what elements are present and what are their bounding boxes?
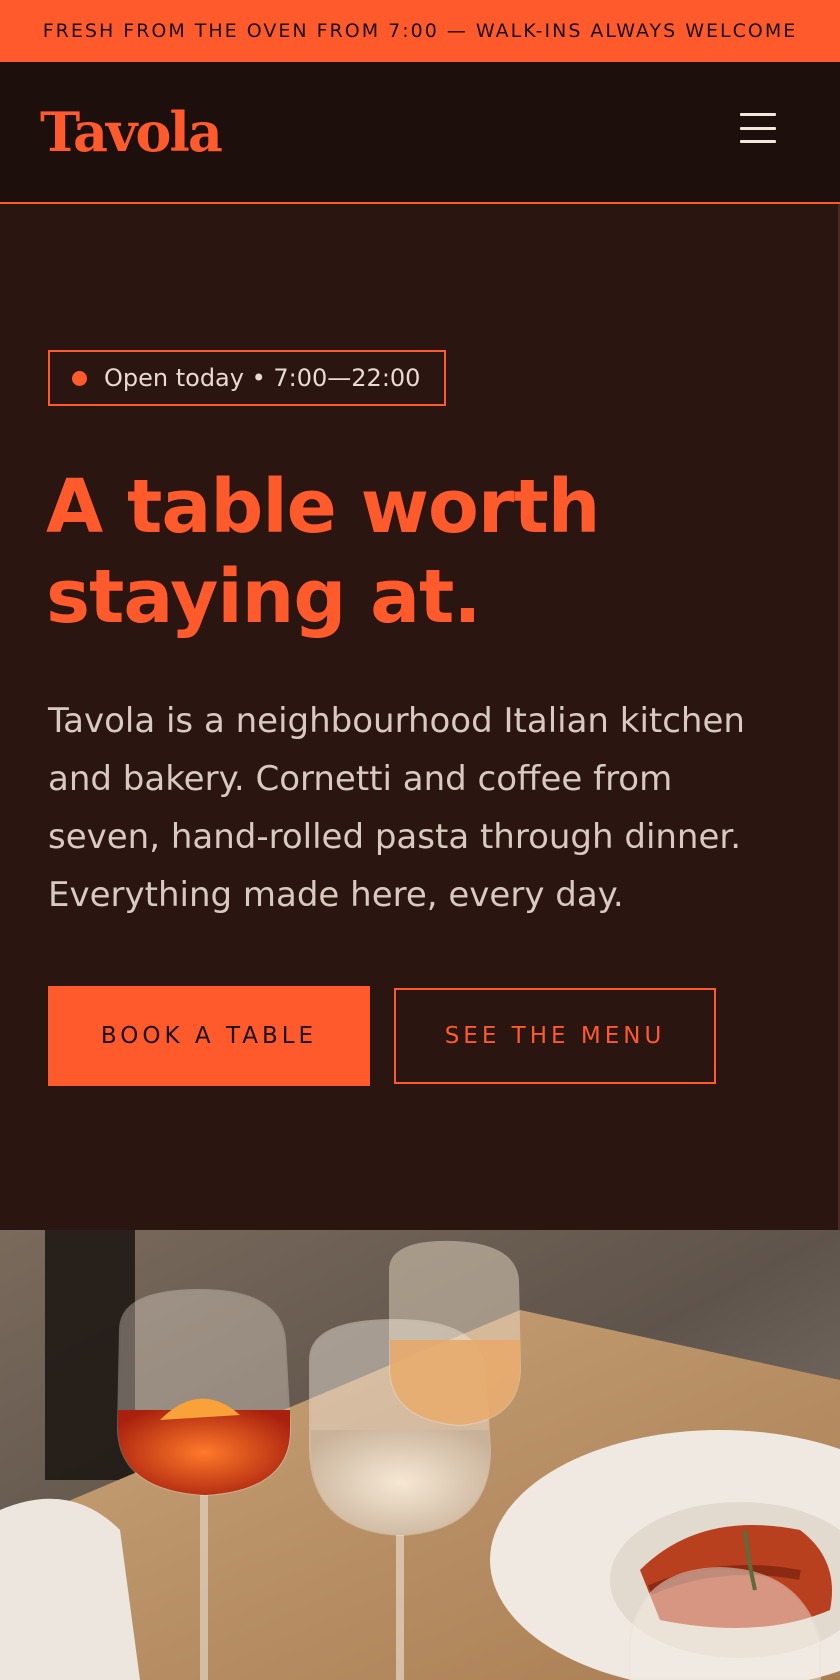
headline-line-2: staying at. <box>46 554 482 640</box>
hamburger-menu-icon[interactable] <box>738 108 778 148</box>
opening-hours-text: Open today • 7:00—22:00 <box>104 364 421 392</box>
hero-section: Open today • 7:00—22:00 A table worth st… <box>0 204 840 1230</box>
restaurant-table-image <box>0 1230 840 1680</box>
hero-description: Tavola is a neighbourhood Italian kitche… <box>48 701 745 915</box>
logo[interactable]: Tavola <box>40 100 223 164</box>
headline-line-1: A table worth <box>46 464 600 550</box>
hero-headline: A table worth staying at. <box>46 462 746 642</box>
announcement-text: FRESH FROM THE OVEN FROM 7:00 — WALK-INS… <box>42 20 798 42</box>
announcement-bar: FRESH FROM THE OVEN FROM 7:00 — WALK-INS… <box>0 0 840 62</box>
site-header: Tavola <box>0 62 840 204</box>
opening-hours-badge: Open today • 7:00—22:00 <box>48 350 446 406</box>
hero-photo <box>0 1230 840 1680</box>
status-dot-icon <box>72 370 87 386</box>
see-menu-button[interactable]: SEE THE MENU <box>394 988 716 1084</box>
book-table-button[interactable]: BOOK A TABLE <box>48 986 370 1086</box>
